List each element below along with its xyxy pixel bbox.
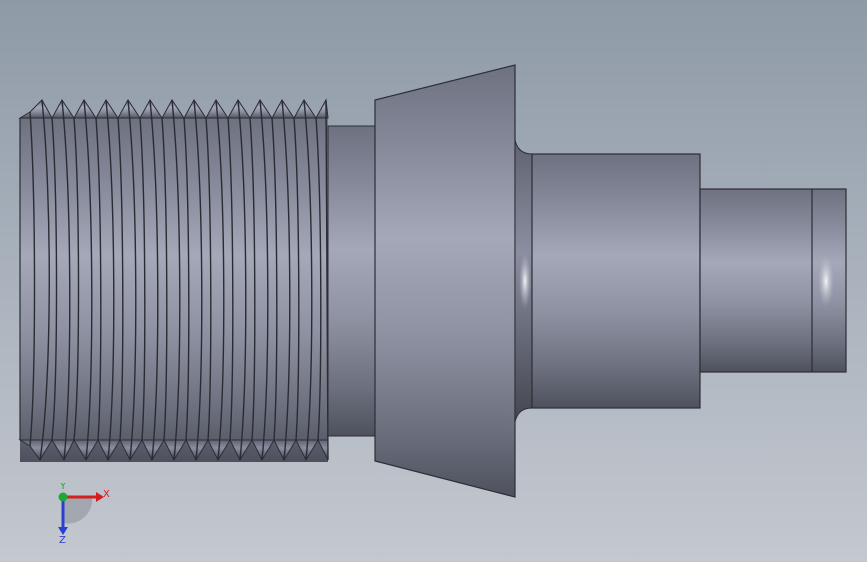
fillet-groove[interactable] (514, 139, 533, 423)
coordinate-triad: X Y Z (58, 483, 110, 545)
cone-flange[interactable] (374, 64, 516, 498)
z-axis-label: Z (59, 535, 66, 545)
y-axis-label: Y (59, 483, 67, 492)
graphics-viewport[interactable]: X Y Z (0, 0, 867, 562)
main-shaft[interactable] (531, 153, 701, 409)
threaded-section[interactable] (18, 98, 329, 462)
y-axis-dot (58, 492, 68, 502)
x-axis-label: X (103, 489, 110, 500)
neck-section[interactable] (327, 125, 376, 437)
stepped-pin[interactable] (699, 188, 847, 373)
z-axis-arrowhead (58, 527, 68, 535)
part-model[interactable] (0, 0, 867, 562)
